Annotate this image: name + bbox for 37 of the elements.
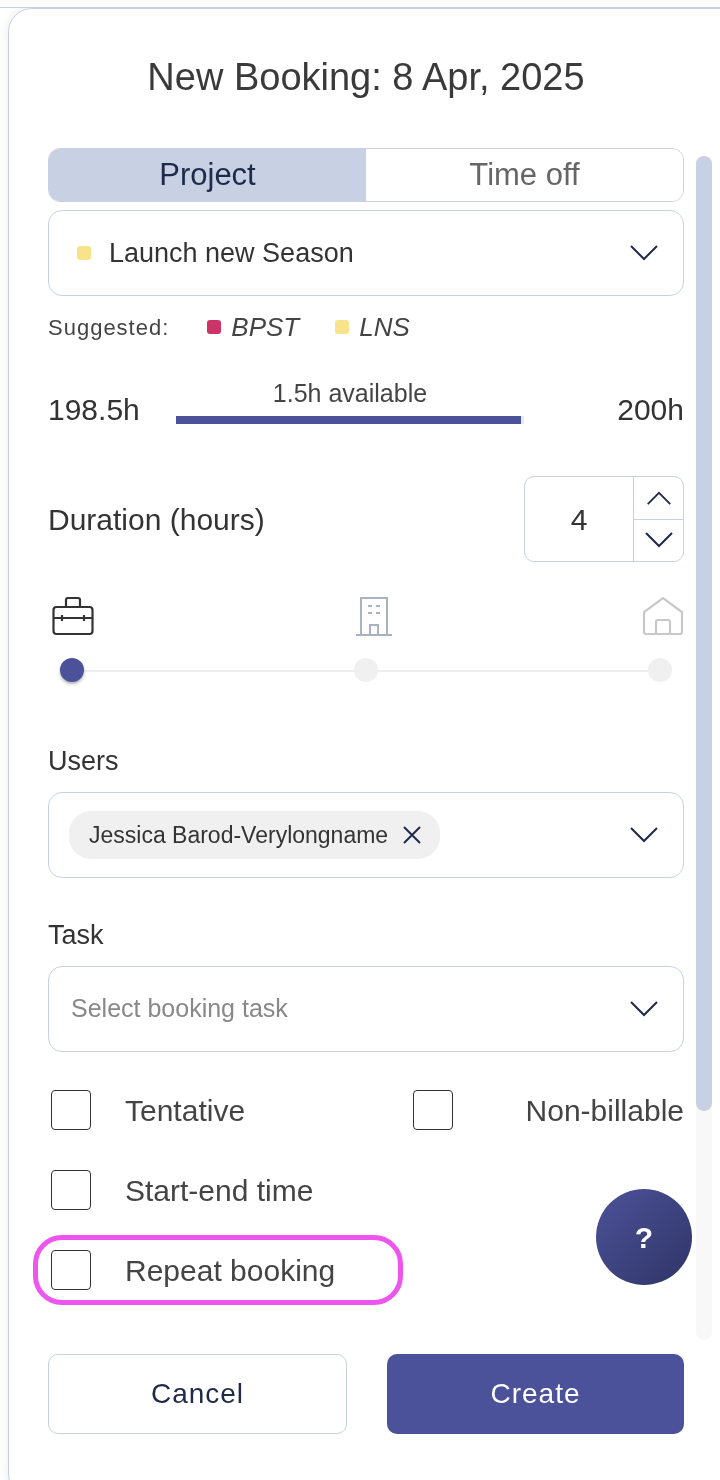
duration-input[interactable]: 4	[525, 477, 633, 561]
duration-label: Duration (hours)	[48, 501, 265, 538]
briefcase-icon	[52, 596, 94, 636]
users-label: Users	[48, 745, 120, 778]
duration-spinner[interactable]: 4	[524, 476, 684, 562]
chevron-down-icon[interactable]	[643, 531, 674, 550]
create-button[interactable]: Create	[387, 1354, 684, 1434]
cancel-button[interactable]: Cancel	[48, 1354, 347, 1434]
chevron-down-icon[interactable]	[629, 826, 659, 844]
checkbox[interactable]	[51, 1090, 91, 1130]
total-hours: 200h	[616, 392, 684, 428]
project-dropdown[interactable]: Launch new Season	[48, 210, 684, 296]
users-select[interactable]: Jessica Barod-Verylongname	[48, 792, 684, 878]
user-chip[interactable]: Jessica Barod-Verylongname	[69, 811, 441, 859]
task-select[interactable]: Select booking task	[48, 966, 684, 1052]
suggested-label: Suggested:	[48, 313, 170, 342]
suggested-project-link[interactable]: LNS	[359, 307, 410, 347]
checkbox[interactable]	[413, 1090, 453, 1130]
option-label: Tentative	[125, 1092, 246, 1129]
option-label: Start-end time	[125, 1172, 314, 1209]
task-label: Task	[48, 919, 105, 952]
building-icon	[355, 596, 393, 636]
house-icon	[642, 596, 684, 636]
option-label: Non-billable	[525, 1092, 684, 1129]
scrollbar[interactable]	[696, 156, 712, 1340]
checkbox[interactable]	[51, 1250, 91, 1290]
chevron-down-icon[interactable]	[629, 1000, 659, 1018]
chevron-down-icon[interactable]	[629, 244, 659, 262]
dialog-title: New Booking: 8 Apr, 2025	[146, 55, 586, 100]
option-label: Repeat booking	[125, 1252, 336, 1289]
suggested-project-link[interactable]: BPST	[231, 307, 300, 347]
available-caption: 1.5h available	[272, 377, 428, 409]
close-icon[interactable]	[402, 825, 423, 845]
checkbox[interactable]	[51, 1170, 91, 1210]
tab[interactable]: Project	[49, 149, 366, 201]
task-input[interactable]: Select booking task	[71, 990, 629, 1028]
used-hours: 198.5h	[48, 392, 141, 428]
